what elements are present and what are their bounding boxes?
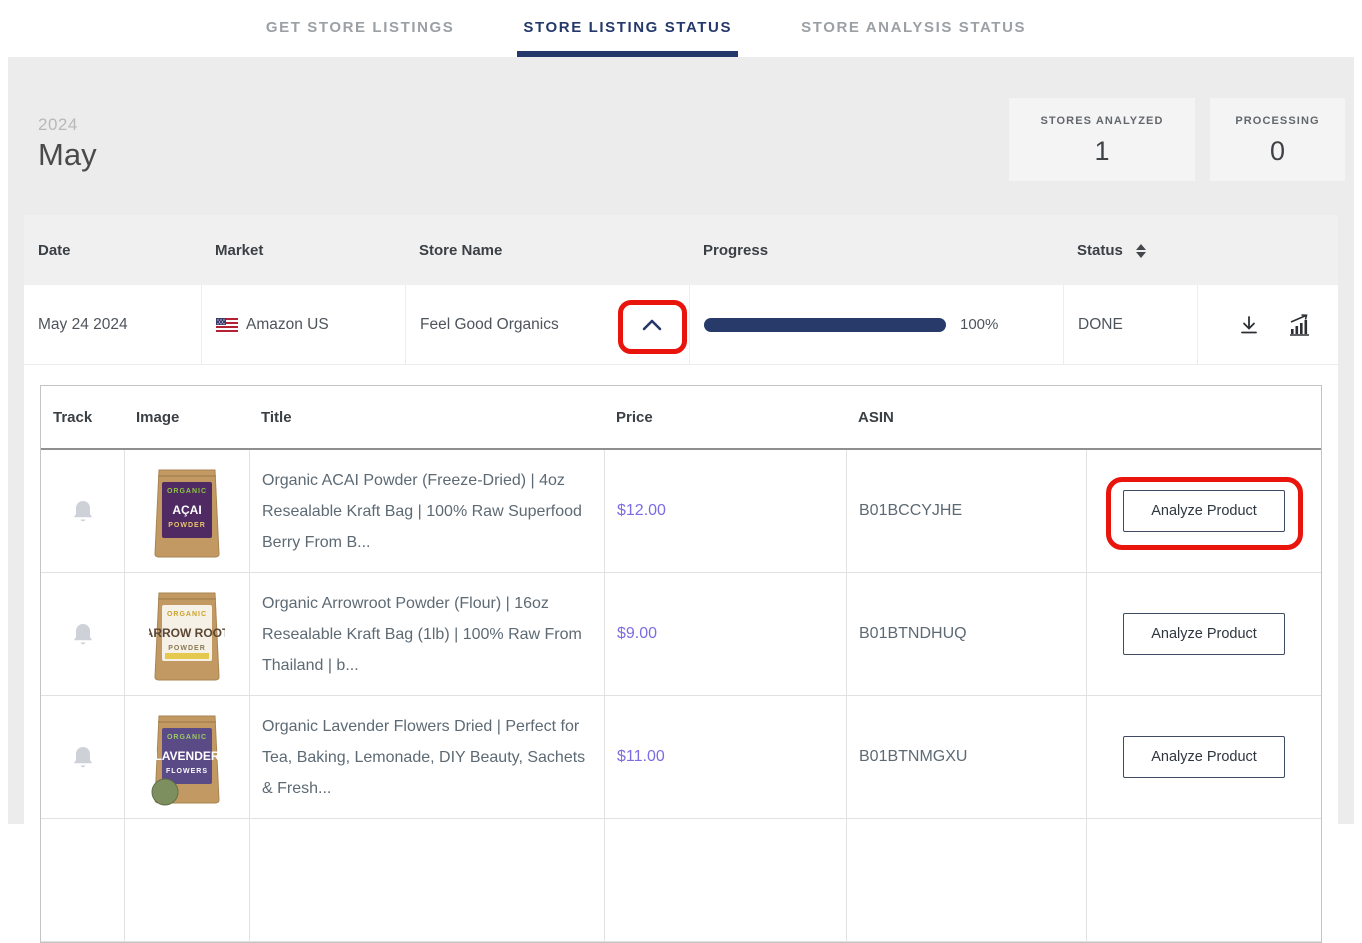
period-header: 2024 May <box>38 115 97 173</box>
product-row: ORGANIC AÇAI POWDER Organic ACAI Powder … <box>41 450 1321 573</box>
store-row-name: Feel Good Organics <box>405 285 689 364</box>
store-row: May 24 2024 Amazon US <box>24 285 1338 365</box>
product-title-cell: Organic Arrowroot Powder (Flour) | 16oz … <box>249 573 604 695</box>
product-title: Organic ACAI Powder (Freeze-Dried) | 4oz… <box>262 465 592 558</box>
content-panel: 2024 May STORES ANALYZED 1 PROCESSING 0 … <box>8 57 1354 824</box>
product-table-header: Track Image Title Price ASIN <box>41 386 1321 450</box>
product-title: Organic Lavender Flowers Dried | Perfect… <box>262 711 592 804</box>
col-header-asin: ASIN <box>846 409 1086 426</box>
bag-badge-text: ORGANIC <box>167 488 207 495</box>
analyze-product-button[interactable]: Analyze Product <box>1123 613 1285 655</box>
stat-stores-analyzed: STORES ANALYZED 1 <box>1009 98 1195 181</box>
col-header-store-name: Store Name <box>405 242 689 259</box>
product-image: ORGANIC LAVENDER FLOWERS <box>149 708 225 806</box>
period-month: May <box>38 137 97 173</box>
bag-badge-text: ORGANIC <box>167 611 207 618</box>
product-image-cell: ORGANIC AÇAI POWDER <box>124 450 249 572</box>
store-row-status: DONE <box>1063 285 1197 364</box>
bag-sub-text: FLOWERS <box>166 768 208 775</box>
bag-sub-text: POWDER <box>168 522 206 529</box>
bag-sub-text: POWDER <box>168 645 206 652</box>
bag-badge-text: ORGANIC <box>167 734 207 741</box>
product-asin-cell: B01BTNDHUQ <box>846 573 1086 695</box>
product-rows: ORGANIC AÇAI POWDER Organic ACAI Powder … <box>41 450 1321 819</box>
period-year: 2024 <box>38 115 97 135</box>
product-price: $9.00 <box>617 625 657 643</box>
bell-icon[interactable] <box>71 498 95 524</box>
bell-icon[interactable] <box>71 744 95 770</box>
tab-store-listing-status[interactable]: STORE LISTING STATUS <box>517 0 738 57</box>
collapse-row-button[interactable] <box>639 316 665 334</box>
bag-title-text: ARROW ROOT <box>149 626 225 640</box>
stat-label: STORES ANALYZED <box>1031 115 1173 127</box>
tab-store-analysis-status[interactable]: STORE ANALYSIS STATUS <box>795 0 1032 57</box>
stat-value: 0 <box>1232 136 1323 167</box>
stat-processing: PROCESSING 0 <box>1210 98 1345 181</box>
store-table: Date Market Store Name Progress Status M… <box>24 215 1338 824</box>
product-image-cell: ORGANIC LAVENDER FLOWERS <box>124 696 249 818</box>
product-price: $12.00 <box>617 502 666 520</box>
product-image: ORGANIC AÇAI POWDER <box>149 462 225 560</box>
store-table-header: Date Market Store Name Progress Status <box>24 215 1338 285</box>
product-image-cell: ORGANIC ARROW ROOT POWDER <box>124 573 249 695</box>
product-track-cell <box>41 573 124 695</box>
stat-label: PROCESSING <box>1232 115 1323 127</box>
product-asin-cell: B01BTNMGXU <box>846 696 1086 818</box>
col-header-progress: Progress <box>689 242 1063 259</box>
product-action-cell: Analyze Product <box>1086 696 1321 818</box>
product-title: Organic Arrowroot Powder (Flour) | 16oz … <box>262 588 592 681</box>
col-header-track: Track <box>41 409 124 426</box>
product-table: Track Image Title Price ASIN ORGANIC <box>40 385 1322 943</box>
chevron-up-icon <box>639 316 665 334</box>
progress-percent: 100% <box>960 316 998 333</box>
download-icon[interactable] <box>1238 314 1260 336</box>
product-row: ORGANIC LAVENDER FLOWERS Organic Lavende… <box>41 696 1321 819</box>
store-row-progress: 100% <box>689 285 1063 364</box>
product-track-cell <box>41 450 124 572</box>
us-flag-icon <box>216 318 238 332</box>
tab-get-store-listings[interactable]: GET STORE LISTINGS <box>260 0 461 57</box>
bag-strip <box>165 653 209 659</box>
expanded-section: Track Image Title Price ASIN ORGANIC <box>24 365 1338 943</box>
product-price: $11.00 <box>617 748 665 766</box>
stat-value: 1 <box>1031 136 1173 167</box>
product-asin-cell: B01BCCYJHE <box>846 450 1086 572</box>
store-row-actions <box>1197 285 1338 364</box>
col-header-title: Title <box>249 409 604 426</box>
product-asin: B01BCCYJHE <box>859 502 962 520</box>
tab-bar: GET STORE LISTINGS STORE LISTING STATUS … <box>0 0 1327 57</box>
product-action-cell: Analyze Product <box>1086 450 1321 572</box>
col-header-status: Status <box>1063 242 1197 259</box>
store-row-date: May 24 2024 <box>24 285 201 364</box>
progress-bar <box>704 318 946 332</box>
product-row-partial <box>41 819 1321 942</box>
col-header-date: Date <box>24 242 201 259</box>
product-price-cell: $12.00 <box>604 450 846 572</box>
analyze-product-button[interactable]: Analyze Product <box>1123 736 1285 778</box>
product-price-cell: $9.00 <box>604 573 846 695</box>
analyze-product-button[interactable]: Analyze Product <box>1123 490 1285 532</box>
status-sort-icon[interactable] <box>1136 244 1146 258</box>
store-row-market: Amazon US <box>201 285 405 364</box>
product-title-cell: Organic ACAI Powder (Freeze-Dried) | 4oz… <box>249 450 604 572</box>
product-price-cell: $11.00 <box>604 696 846 818</box>
product-row: ORGANIC ARROW ROOT POWDER Organic Arrowr… <box>41 573 1321 696</box>
col-header-price: Price <box>604 409 846 426</box>
product-title-cell: Organic Lavender Flowers Dried | Perfect… <box>249 696 604 818</box>
product-track-cell <box>41 696 124 818</box>
analytics-icon[interactable] <box>1288 314 1312 336</box>
product-asin: B01BTNMGXU <box>859 748 967 766</box>
product-image: ORGANIC ARROW ROOT POWDER <box>149 585 225 683</box>
col-header-image: Image <box>124 409 249 426</box>
bag-title-text: AÇAI <box>172 503 201 517</box>
product-asin: B01BTNDHUQ <box>859 625 967 643</box>
bell-icon[interactable] <box>71 621 95 647</box>
bag-title-text: LAVENDER <box>154 749 219 763</box>
bag-swatch <box>152 779 178 805</box>
product-action-cell: Analyze Product <box>1086 573 1321 695</box>
col-header-market: Market <box>201 242 405 259</box>
